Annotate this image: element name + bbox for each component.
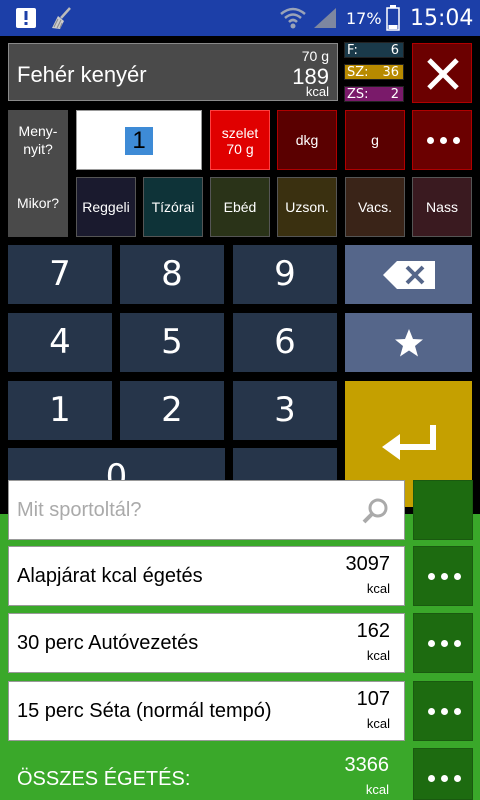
key-label: 6 — [274, 322, 296, 362]
when-button[interactable]: Mikor? — [8, 170, 68, 237]
battery-icon — [386, 5, 400, 31]
key-label: 5 — [161, 322, 183, 362]
activity-kcal: 107 — [356, 688, 390, 710]
meal-label: Vacs. — [358, 199, 392, 215]
amount-label-line1: Meny- — [18, 123, 58, 139]
key-label: 2 — [161, 390, 183, 430]
activity-label: Alapjárat kcal égetés — [17, 565, 203, 587]
food-info-box[interactable]: Fehér kenyér 70 g 189 kcal — [8, 43, 338, 101]
cleaner-broom-icon[interactable] — [48, 5, 74, 31]
activity-kcal: 3097 — [345, 553, 391, 575]
unit-dkg-button[interactable]: dkg — [277, 110, 337, 170]
unit-slice-button[interactable]: szelet 70 g — [210, 110, 270, 170]
key-label: 4 — [49, 322, 71, 362]
star-icon — [395, 329, 423, 357]
list-item[interactable]: 30 perc Autóvezetés 162 kcal — [8, 613, 405, 673]
total-label: ÖSSZES ÉGETÉS: — [17, 768, 191, 790]
total-kcal: 3366 — [344, 754, 390, 776]
meal-afternoon-snack-button[interactable]: Uzson. — [277, 177, 337, 237]
meal-lunch-button[interactable]: Ebéd — [210, 177, 270, 237]
activity-kcal-unit: kcal — [366, 716, 390, 731]
battery-percent: 17% — [346, 9, 382, 28]
quantity-value: 1 — [125, 127, 153, 155]
list-item[interactable]: Alapjárat kcal égetés 3097 kcal — [8, 546, 405, 606]
unit-label: dkg — [295, 132, 319, 148]
meal-label: Uzson. — [285, 199, 329, 215]
key-label: 1 — [49, 390, 71, 430]
activity-kcal: 162 — [356, 620, 390, 642]
food-kcal-unit: kcal — [305, 84, 329, 99]
key-label: 3 — [274, 390, 296, 430]
enter-icon — [382, 425, 436, 460]
food-name: Fehér kenyér — [17, 62, 147, 87]
nutrient-carbs: SZ: 36 — [344, 64, 404, 80]
activity-kcal-unit: kcal — [366, 581, 390, 596]
unit-gram-button[interactable]: g — [345, 110, 405, 170]
nutrient-label: F: — [347, 43, 358, 58]
meal-label: Reggeli — [82, 199, 130, 215]
when-label: Mikor? — [16, 195, 59, 211]
key-label: 7 — [49, 254, 71, 294]
meal-label: Tízórai — [151, 199, 195, 215]
meal-breakfast-button[interactable]: Reggeli — [76, 177, 136, 237]
key-4[interactable]: 4 — [8, 313, 112, 372]
unit-label: szelet — [221, 125, 259, 141]
key-6[interactable]: 6 — [233, 313, 337, 372]
total-kcal-unit: kcal — [365, 782, 389, 797]
unit-label: g — [371, 132, 379, 148]
meal-snack-button[interactable]: Nass — [412, 177, 472, 237]
unit-sublabel: 70 g — [226, 141, 254, 157]
nutrient-fat: ZS: 2 — [344, 86, 404, 102]
key-3[interactable]: 3 — [233, 381, 337, 440]
food-grams: 70 g — [301, 48, 329, 64]
meal-label: Ebéd — [223, 199, 257, 215]
list-item[interactable]: 15 perc Séta (normál tempó) 107 kcal — [8, 681, 405, 741]
close-icon — [427, 58, 459, 90]
nutrient-label: SZ: — [347, 65, 369, 80]
close-button[interactable] — [412, 43, 472, 103]
nutrient-value: 6 — [390, 43, 399, 58]
key-7[interactable]: 7 — [8, 245, 112, 304]
nutrient-protein: F: 6 — [344, 42, 404, 58]
search-icon — [362, 498, 388, 524]
key-1[interactable]: 1 — [8, 381, 112, 440]
nutrient-value: 36 — [382, 65, 399, 80]
nutrient-label: ZS: — [347, 87, 369, 102]
activity-kcal-unit: kcal — [366, 648, 390, 663]
activity-label: 30 perc Autóvezetés — [17, 632, 199, 654]
quantity-input[interactable]: 1 — [76, 110, 202, 170]
key-5[interactable]: 5 — [120, 313, 224, 372]
key-label: 9 — [274, 254, 296, 294]
backspace-button[interactable] — [345, 245, 472, 304]
meal-morning-snack-button[interactable]: Tízórai — [143, 177, 203, 237]
status-bar: 17% 15:04 — [0, 0, 480, 36]
amount-label-line2: nyit? — [23, 141, 53, 157]
activity-search-input[interactable]: Mit sportoltál? — [8, 480, 405, 540]
meal-dinner-button[interactable]: Vacs. — [345, 177, 405, 237]
favorite-button[interactable] — [345, 313, 472, 372]
search-placeholder: Mit sportoltál? — [17, 499, 142, 521]
activity-list: Mit sportoltál? Alapjárat kcal égetés 30… — [0, 480, 480, 800]
key-label: 8 — [161, 254, 183, 294]
meal-label: Nass — [426, 199, 458, 215]
wifi-icon — [280, 6, 306, 30]
signal-icon — [312, 6, 338, 30]
search-more-button[interactable] — [413, 480, 473, 540]
nutrient-value: 2 — [390, 87, 399, 102]
total-more-button[interactable] — [413, 748, 473, 800]
backspace-icon — [383, 261, 435, 289]
key-8[interactable]: 8 — [120, 245, 224, 304]
download-notification-icon[interactable] — [14, 6, 38, 30]
activity-more-button[interactable] — [413, 681, 473, 741]
food-entry-panel: Fehér kenyér 70 g 189 kcal F: 6 SZ: 36 Z… — [0, 36, 480, 514]
activity-label: 15 perc Séta (normál tempó) — [17, 700, 272, 722]
amount-button[interactable]: Meny- nyit? — [8, 110, 68, 170]
activity-more-button[interactable] — [413, 546, 473, 606]
activity-more-button[interactable] — [413, 613, 473, 673]
key-2[interactable]: 2 — [120, 381, 224, 440]
more-units-button[interactable] — [412, 110, 472, 170]
clock: 15:04 — [410, 6, 474, 31]
key-9[interactable]: 9 — [233, 245, 337, 304]
